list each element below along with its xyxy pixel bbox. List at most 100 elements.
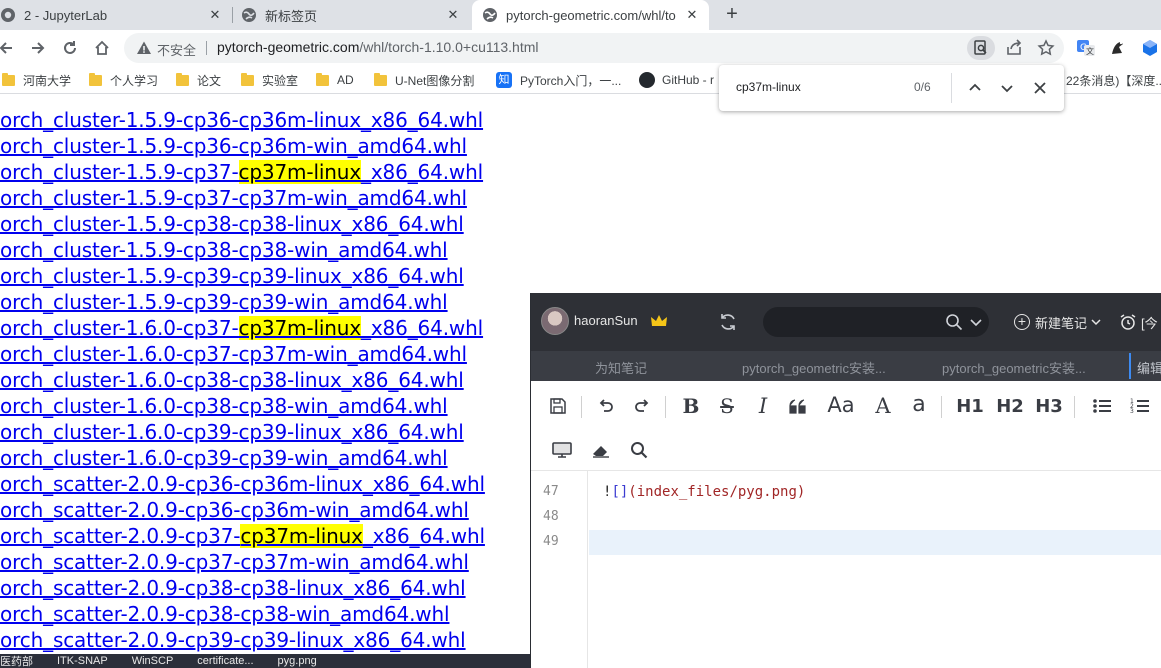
strikethrough-button[interactable]: S xyxy=(714,393,740,419)
close-icon[interactable]: ✕ xyxy=(206,6,224,24)
bookmark-star-icon[interactable] xyxy=(1036,38,1056,58)
toolbar-divider xyxy=(665,396,666,418)
wheel-link[interactable]: orch_cluster-1.5.9-cp39-cp39-win_amd64.w… xyxy=(0,289,485,315)
find-in-page-icon[interactable] xyxy=(967,36,995,60)
wheel-link[interactable]: orch_cluster-1.5.9-cp36-cp36m-linux_x86_… xyxy=(0,107,485,133)
search-input[interactable] xyxy=(763,307,989,337)
forward-icon[interactable] xyxy=(26,36,50,60)
back-icon[interactable] xyxy=(0,36,18,60)
wheel-link[interactable]: orch_cluster-1.6.0-cp38-cp38-win_amd64.w… xyxy=(0,393,485,419)
link-text: orch_cluster-1.6.0-cp37-cp37m-win_amd64.… xyxy=(0,342,467,366)
close-icon[interactable]: ✕ xyxy=(683,6,701,24)
highlight-button[interactable]: a xyxy=(906,391,932,417)
folder-icon xyxy=(241,72,254,86)
taskbar-item[interactable]: WinSCP xyxy=(132,655,174,667)
folder-icon xyxy=(2,72,15,86)
find-input[interactable]: cp37m-linux xyxy=(736,80,801,94)
search-icon[interactable] xyxy=(945,313,963,331)
close-icon[interactable]: ✕ xyxy=(444,6,462,24)
chevron-down-icon[interactable] xyxy=(969,315,983,329)
wheel-link[interactable]: orch_cluster-1.5.9-cp38-cp38-win_amd64.w… xyxy=(0,237,485,263)
wheel-link[interactable]: orch_cluster-1.6.0-cp37-cp37m-win_amd64.… xyxy=(0,341,485,367)
eraser-icon[interactable] xyxy=(588,437,614,463)
heading3-button[interactable]: H3 xyxy=(1034,393,1064,419)
undo-icon[interactable] xyxy=(593,393,619,419)
code-line[interactable]: ![](index_files/pyg.png) xyxy=(603,484,805,500)
tab-new-tab-page[interactable]: 新标签页 ✕ xyxy=(241,0,470,30)
wheel-link[interactable]: orch_cluster-1.5.9-cp36-cp36m-win_amd64.… xyxy=(0,133,485,159)
wheel-link[interactable]: orch_cluster-1.5.9-cp38-cp38-linux_x86_6… xyxy=(0,211,485,237)
insecure-label[interactable]: 不安全 xyxy=(157,40,196,59)
bookmark-item[interactable]: U-Net图像分割 xyxy=(374,71,474,89)
bookmark-item[interactable]: 知 PyTorch入门，一... xyxy=(496,71,621,89)
taskbar-item[interactable]: 医药部 xyxy=(0,654,33,668)
reminder-button[interactable]: [今 xyxy=(1119,312,1158,332)
wheel-link[interactable]: orch_scatter-2.0.9-cp38-cp38-win_amd64.w… xyxy=(0,601,485,627)
wheel-link[interactable]: orch_cluster-1.6.0-cp39-cp39-win_amd64.w… xyxy=(0,445,485,471)
notes-tab[interactable]: 为知笔记 xyxy=(595,358,647,377)
close-icon xyxy=(1034,82,1046,94)
share-icon[interactable] xyxy=(1004,38,1024,58)
translate-extension-icon[interactable]: G文 xyxy=(1076,38,1096,58)
tab-jupyterlab[interactable]: 2 - JupyterLab ✕ xyxy=(0,0,232,30)
new-tab-button[interactable]: + xyxy=(720,3,744,27)
quote-icon[interactable] xyxy=(785,393,811,419)
wheel-link[interactable]: orch_cluster-1.5.9-cp37-cp37m-linux_x86_… xyxy=(0,159,485,185)
heading1-button[interactable]: H1 xyxy=(955,393,985,419)
wheel-link[interactable]: orch_cluster-1.6.0-cp39-cp39-linux_x86_6… xyxy=(0,419,485,445)
wheel-link[interactable]: orch_scatter-2.0.9-cp37-cp37m-linux_x86_… xyxy=(0,523,485,549)
wheel-link[interactable]: orch_cluster-1.6.0-cp37-cp37m-linux_x86_… xyxy=(0,315,485,341)
heading2-button[interactable]: H2 xyxy=(995,393,1025,419)
bookmark-item[interactable]: 22条消息)【深度... xyxy=(1066,71,1161,89)
wheel-link[interactable]: orch_scatter-2.0.9-cp36-cp36m-win_amd64.… xyxy=(0,497,485,523)
italic-button[interactable]: I xyxy=(750,393,776,419)
preview-monitor-icon[interactable] xyxy=(549,437,575,463)
notes-tab[interactable]: pytorch_geometric安装... xyxy=(942,358,1086,377)
font-size-button[interactable]: Aa xyxy=(824,392,858,418)
new-note-button[interactable]: + 新建笔记 xyxy=(1014,312,1102,332)
bookmark-item[interactable]: 论文 xyxy=(176,71,221,89)
find-previous-button[interactable] xyxy=(964,77,986,99)
find-next-button[interactable] xyxy=(996,77,1018,99)
wheel-link[interactable]: orch_cluster-1.5.9-cp37-cp37m-win_amd64.… xyxy=(0,185,485,211)
warning-icon[interactable] xyxy=(136,40,152,56)
extension-icon[interactable] xyxy=(1108,38,1128,58)
wheel-link[interactable]: orch_scatter-2.0.9-cp36-cp36m-linux_x86_… xyxy=(0,471,485,497)
search-icon[interactable] xyxy=(626,437,652,463)
notes-tab[interactable]: pytorch_geometric安装... xyxy=(742,358,886,377)
wheel-link[interactable]: orch_scatter-2.0.9-cp38-cp38-linux_x86_6… xyxy=(0,575,485,601)
username[interactable]: haoranSun xyxy=(574,313,638,328)
bookmark-item[interactable]: 河南大学 xyxy=(2,71,71,89)
font-color-button[interactable]: A xyxy=(870,393,896,419)
wheel-link[interactable]: orch_cluster-1.5.9-cp39-cp39-linux_x86_6… xyxy=(0,263,485,289)
taskbar-item[interactable]: pyg.png xyxy=(278,655,317,667)
url-path: /whl/torch-1.10.0+cu113.html xyxy=(359,39,539,55)
taskbar-item[interactable]: certificate... xyxy=(197,655,253,667)
home-icon[interactable] xyxy=(90,36,114,60)
avatar[interactable] xyxy=(541,307,569,335)
extension-cube-icon[interactable] xyxy=(1140,38,1160,58)
bullet-list-icon[interactable] xyxy=(1089,393,1115,419)
notes-tab-edit[interactable]: 编辑 xyxy=(1137,358,1161,377)
taskbar-item[interactable]: ITK-SNAP xyxy=(57,655,108,667)
sync-icon[interactable] xyxy=(717,311,739,333)
reload-icon[interactable] xyxy=(58,36,82,60)
chevron-up-icon xyxy=(969,83,981,91)
tab-pytorch-geometric[interactable]: pytorch-geometric.com/whl/to ✕ xyxy=(472,0,709,30)
markdown-editor[interactable]: 47 48 49 ![](index_files/pyg.png) xyxy=(531,471,1161,668)
bookmark-item[interactable]: AD xyxy=(316,71,354,89)
bookmark-item[interactable]: 个人学习 xyxy=(89,71,158,89)
address-bar[interactable]: 不安全 pytorch-geometric.com/whl/torch-1.10… xyxy=(124,33,1064,63)
wheel-link[interactable]: orch_cluster-1.6.0-cp38-cp38-linux_x86_6… xyxy=(0,367,485,393)
link-text: _x86_64.whl xyxy=(362,524,485,548)
save-icon[interactable] xyxy=(545,393,571,419)
wheel-link[interactable]: orch_scatter-2.0.9-cp37-cp37m-win_amd64.… xyxy=(0,549,485,575)
redo-icon[interactable] xyxy=(629,393,655,419)
bold-button[interactable]: B xyxy=(678,393,704,419)
wheel-link[interactable]: orch_scatter-2.0.9-cp39-cp39-linux_x86_6… xyxy=(0,627,485,653)
url-text[interactable]: pytorch-geometric.com/whl/torch-1.10.0+c… xyxy=(217,39,539,55)
bookmark-item[interactable]: 实验室 xyxy=(241,71,298,89)
find-close-button[interactable] xyxy=(1029,77,1051,99)
bookmark-item[interactable]: GitHub - r xyxy=(639,71,714,89)
numbered-list-icon[interactable]: 123 xyxy=(1127,393,1153,419)
